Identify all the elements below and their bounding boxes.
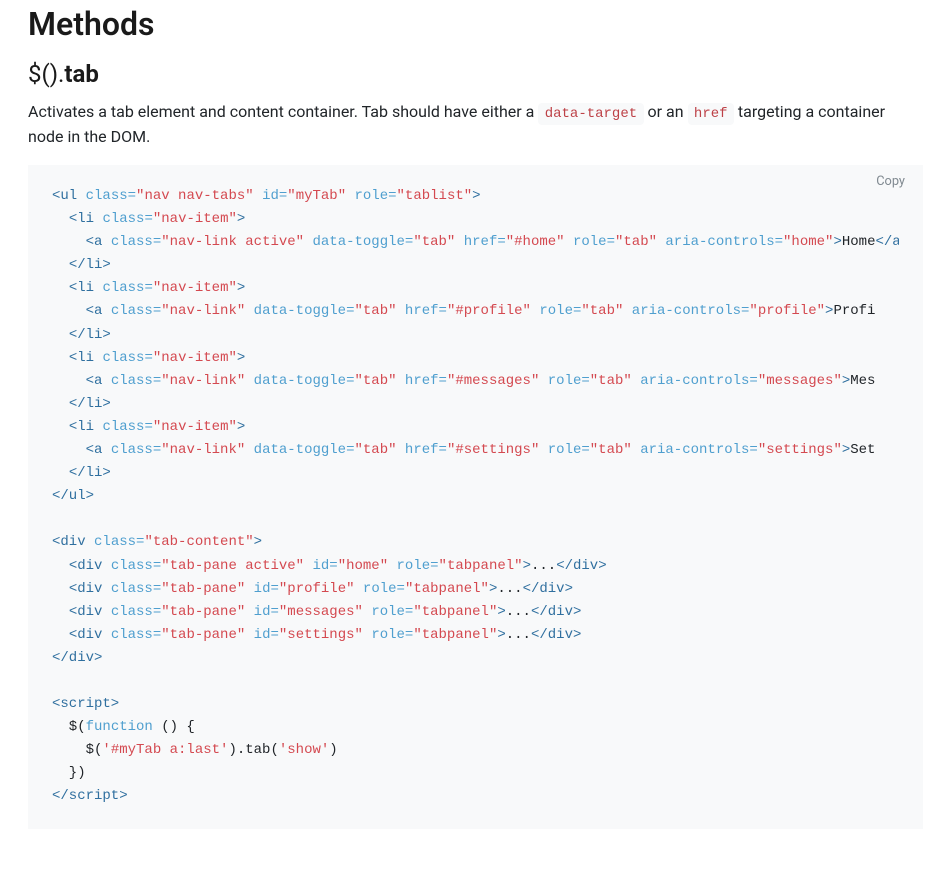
inline-code-href: href: [688, 103, 734, 125]
method-prefix: $().: [28, 60, 64, 88]
method-name: $().tab: [28, 56, 923, 92]
method-suffix: tab: [64, 60, 98, 88]
copy-button[interactable]: Copy: [870, 173, 911, 190]
inline-code-data-target: data-target: [538, 103, 643, 125]
section-title: Methods: [28, 0, 923, 48]
method-description: Activates a tab element and content cont…: [28, 100, 923, 149]
code-example: Copy <ul class="nav nav-tabs" id="myTab"…: [28, 165, 923, 829]
code-pre[interactable]: <ul class="nav nav-tabs" id="myTab" role…: [52, 185, 899, 809]
